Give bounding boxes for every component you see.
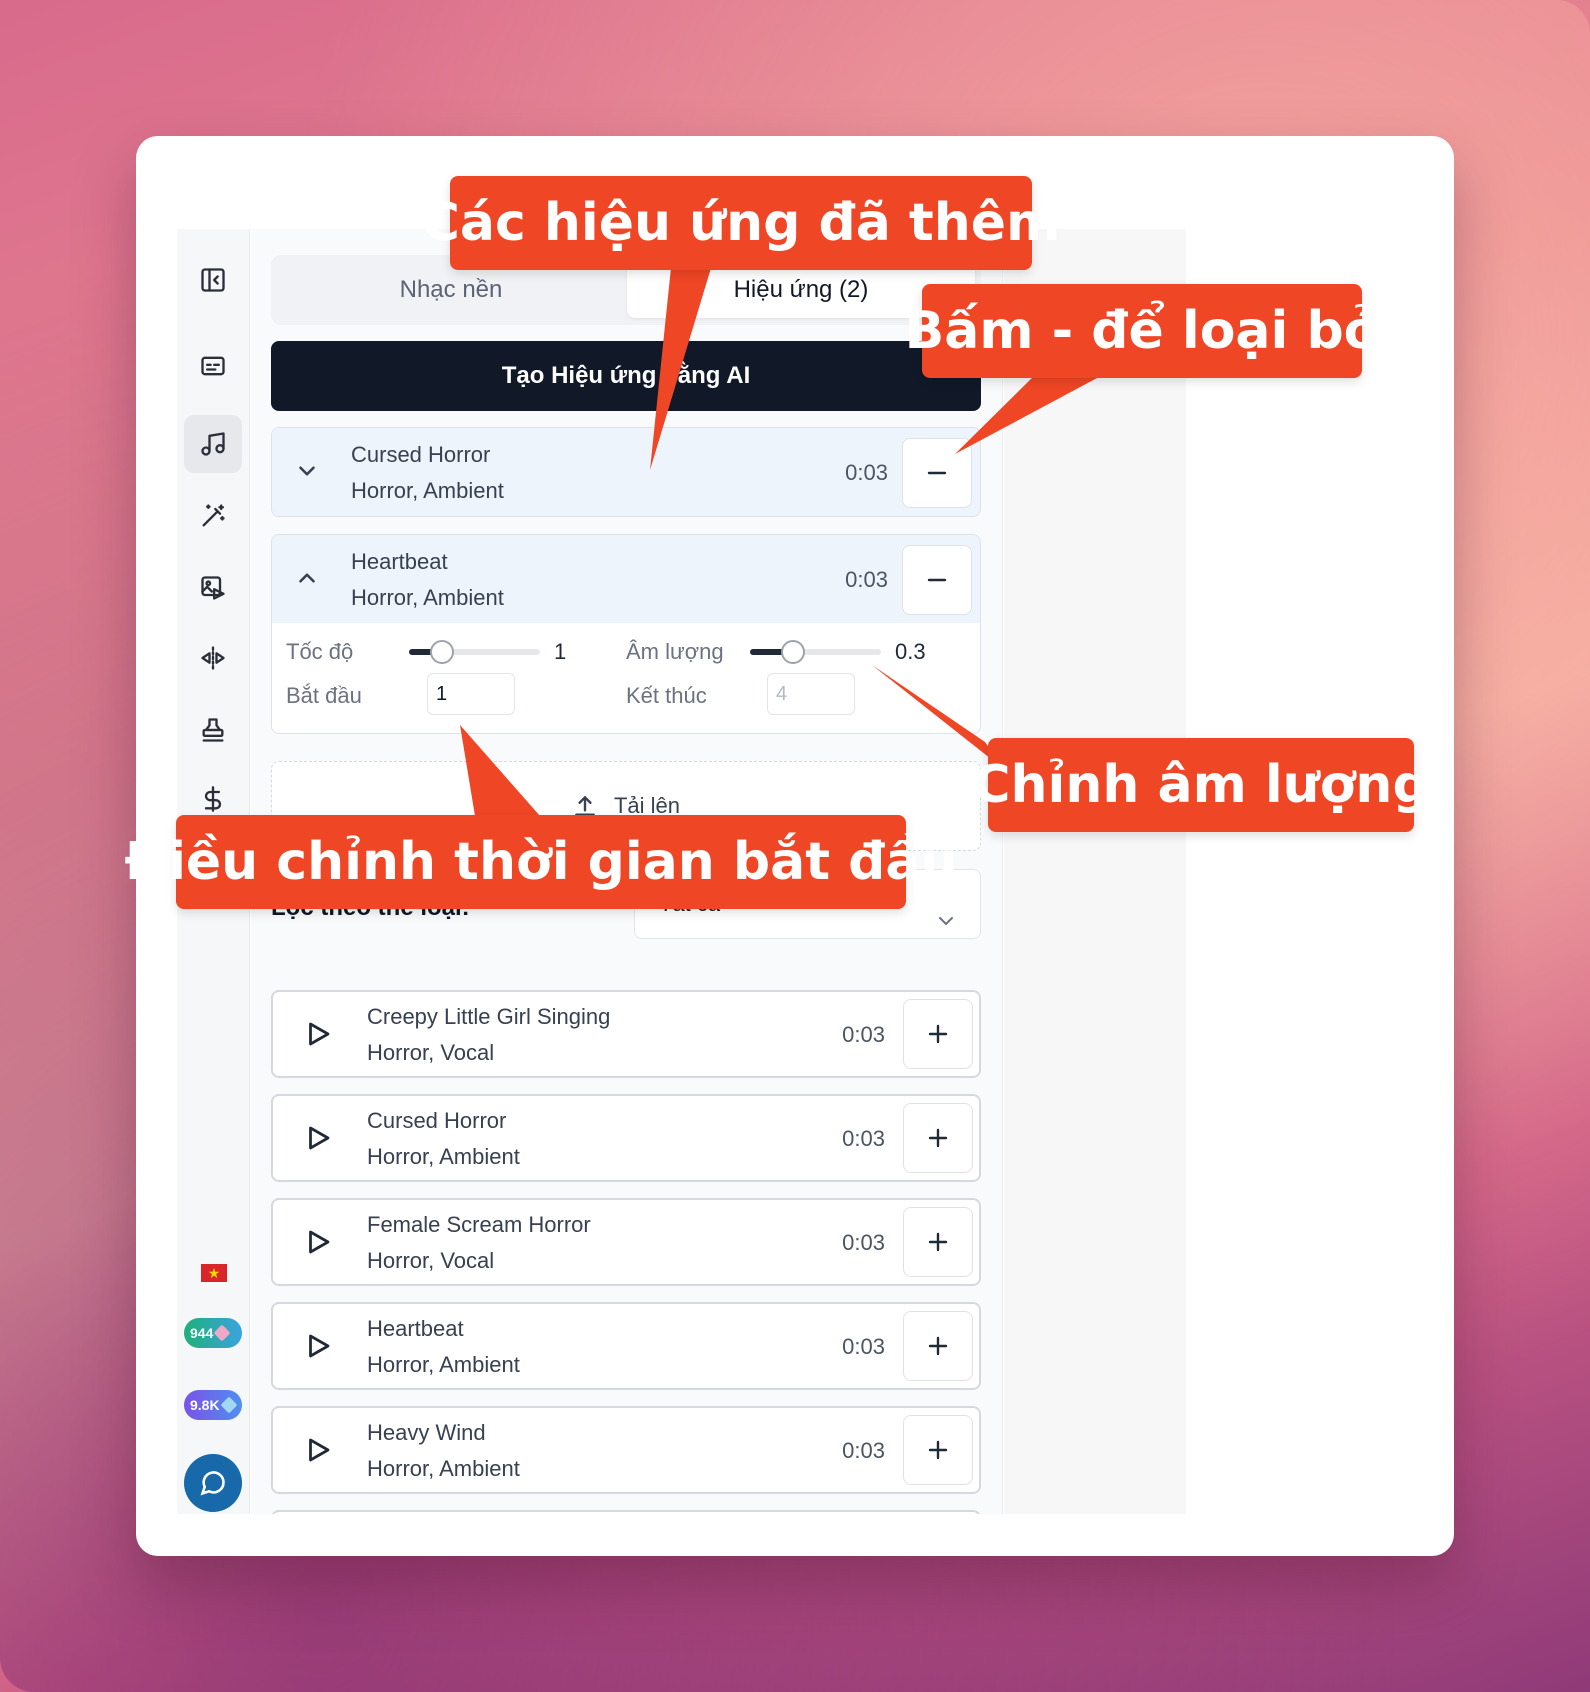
minus-icon bbox=[927, 471, 947, 475]
play-icon[interactable] bbox=[303, 1227, 333, 1257]
sidebar-toggle-icon bbox=[201, 268, 225, 292]
effect-tags: Horror, Ambient bbox=[351, 585, 504, 610]
credits-badge-primary[interactable]: 944 bbox=[184, 1318, 242, 1348]
right-panel bbox=[1004, 229, 1186, 1514]
chevron-up-icon[interactable] bbox=[294, 565, 320, 591]
dollar-icon bbox=[204, 786, 222, 812]
library-item-tags: Horror, Ambient bbox=[367, 1352, 520, 1377]
play-icon[interactable] bbox=[303, 1435, 333, 1465]
rail-item-media[interactable] bbox=[184, 559, 242, 617]
library-item: Heartbeat Horror, Ambient 0:03 bbox=[271, 1302, 981, 1390]
library-item-tags: Horror, Ambient bbox=[367, 1456, 520, 1481]
added-effect-header[interactable]: Cursed Horror Horror, Ambient 0:03 bbox=[272, 428, 980, 516]
effect-name: Heartbeat bbox=[351, 549, 448, 574]
music-icon bbox=[201, 432, 225, 456]
callout-added-effects: Các hiệu ứng đã thêm bbox=[422, 176, 1060, 270]
plus-icon bbox=[928, 1336, 948, 1356]
library-item: Heavy Wind Horror, Ambient 0:03 bbox=[271, 1406, 981, 1494]
chevron-down-icon bbox=[934, 892, 958, 926]
effect-duration: 0:03 bbox=[845, 460, 888, 485]
volume-label: Âm lượng bbox=[626, 639, 724, 664]
volume-slider-handle[interactable] bbox=[781, 640, 806, 664]
add-effect-button[interactable] bbox=[903, 999, 973, 1069]
callout-volume: Chỉnh âm lượng bbox=[972, 738, 1430, 832]
add-effect-button[interactable] bbox=[903, 1311, 973, 1381]
rail-item-subtitles[interactable] bbox=[184, 337, 242, 395]
rail-item-stamp[interactable] bbox=[184, 701, 242, 759]
library-item-duration: 0:03 bbox=[842, 1126, 885, 1151]
library-item: Female Scream Horror Horror, Vocal 0:03 bbox=[271, 1198, 981, 1286]
gem-icon bbox=[213, 1324, 231, 1342]
added-effect-item: Heartbeat Horror, Ambient 0:03 Tốc độ 1 … bbox=[271, 534, 981, 734]
speed-value: 1 bbox=[554, 639, 567, 664]
play-icon[interactable] bbox=[303, 1019, 333, 1049]
tab-background-music[interactable]: Nhạc nền bbox=[277, 262, 625, 318]
library-item-tags: Horror, Vocal bbox=[367, 1040, 495, 1065]
library-item-duration: 0:03 bbox=[842, 1334, 885, 1359]
remove-effect-button[interactable] bbox=[902, 545, 972, 615]
speed-slider-handle[interactable] bbox=[429, 640, 454, 664]
library-item: Creepy Little Girl Singing Horror, Vocal 0… bbox=[271, 990, 981, 1078]
remove-effect-button[interactable] bbox=[902, 438, 972, 508]
gem-icon bbox=[220, 1396, 238, 1414]
plus-icon bbox=[928, 1128, 948, 1148]
add-effect-button[interactable] bbox=[903, 1207, 973, 1277]
rail-item-effects[interactable] bbox=[184, 487, 242, 545]
start-time-input[interactable]: 1 bbox=[427, 673, 515, 715]
credits-secondary-count: 9.8K bbox=[190, 1397, 220, 1413]
end-label: Kết thúc bbox=[626, 683, 707, 708]
credits-primary-count: 944 bbox=[190, 1325, 214, 1341]
stamp-icon bbox=[202, 718, 224, 742]
library-item-tags: Horror, Ambient bbox=[367, 1144, 520, 1169]
effect-controls: Tốc độ 1 Âm lượng 0.3 Bắt đầu 1 Kết thúc bbox=[272, 623, 980, 733]
callout-start-time: Điều chỉnh thời gian bắt đầu bbox=[125, 815, 958, 909]
plus-icon bbox=[928, 1024, 948, 1044]
speed-label: Tốc độ bbox=[286, 639, 354, 664]
volume-slider[interactable] bbox=[750, 640, 881, 664]
end-time-input[interactable]: 4 bbox=[767, 673, 855, 715]
library-item-name: Female Scream Horror bbox=[367, 1212, 591, 1237]
subtitles-icon bbox=[201, 356, 225, 376]
play-icon[interactable] bbox=[303, 1331, 333, 1361]
rail-item-music[interactable] bbox=[184, 415, 242, 473]
library-item-duration: 0:03 bbox=[842, 1022, 885, 1047]
volume-value: 0.3 bbox=[895, 639, 926, 664]
added-effect-item: Cursed Horror Horror, Ambient 0:03 bbox=[271, 427, 981, 517]
add-effect-button[interactable] bbox=[903, 1415, 973, 1485]
effect-name: Cursed Horror bbox=[351, 442, 491, 467]
play-icon[interactable] bbox=[303, 1123, 333, 1153]
rail-item-flip[interactable] bbox=[184, 629, 242, 687]
library-item: Cursed Horror Horror, Ambient 0:03 bbox=[271, 1094, 981, 1182]
added-effect-header[interactable]: Heartbeat Horror, Ambient 0:03 bbox=[272, 535, 980, 623]
library-item-duration: 0:03 bbox=[842, 1230, 885, 1255]
create-ai-effect-button[interactable]: Tạo Hiệu ứng bằng AI bbox=[271, 341, 981, 411]
sidebar-toggle-button[interactable] bbox=[184, 251, 242, 309]
library-item-name: Cursed Horror bbox=[367, 1108, 507, 1133]
minus-icon bbox=[927, 578, 947, 582]
magic-wand-icon bbox=[202, 504, 225, 527]
effect-duration: 0:03 bbox=[845, 567, 888, 592]
plus-icon bbox=[928, 1440, 948, 1460]
library-item-duration: 0:03 bbox=[842, 1438, 885, 1463]
image-video-icon bbox=[201, 576, 225, 600]
library-item-name: Creepy Little Girl Singing bbox=[367, 1004, 611, 1029]
vietnam-flag-icon[interactable]: ★ bbox=[201, 1264, 227, 1282]
chevron-down-icon[interactable] bbox=[294, 458, 320, 484]
callout-remove: Bấm - để loại bỏ bbox=[905, 284, 1379, 378]
effect-tags: Horror, Ambient bbox=[351, 478, 504, 503]
chat-button[interactable] bbox=[184, 1454, 242, 1512]
credits-badge-secondary[interactable]: 9.8K bbox=[184, 1390, 242, 1420]
chat-bubble-icon bbox=[200, 1471, 225, 1496]
plus-icon bbox=[928, 1232, 948, 1252]
library-item: Horror Stinger0:03 bbox=[271, 1510, 981, 1514]
flip-icon bbox=[201, 646, 225, 670]
library-item-name: Heartbeat bbox=[367, 1316, 464, 1341]
add-effect-button[interactable] bbox=[903, 1103, 973, 1173]
speed-slider[interactable] bbox=[409, 640, 540, 664]
library-item-tags: Horror, Vocal bbox=[367, 1248, 495, 1273]
start-label: Bắt đầu bbox=[286, 683, 362, 708]
library-item-name: Heavy Wind bbox=[367, 1420, 486, 1445]
